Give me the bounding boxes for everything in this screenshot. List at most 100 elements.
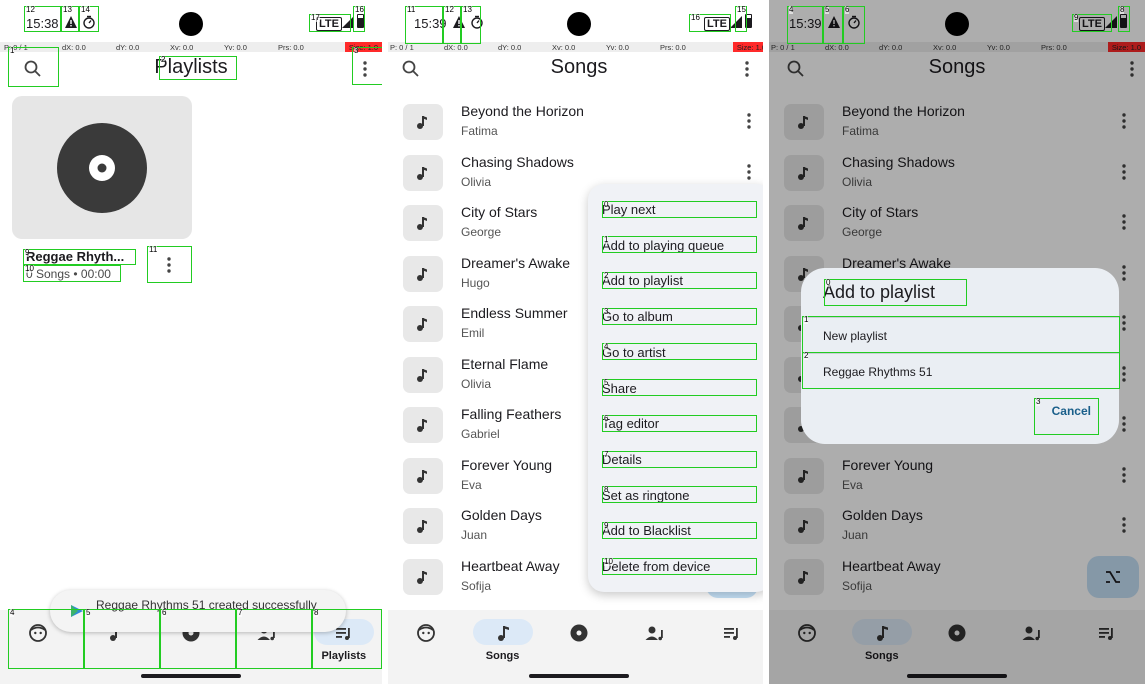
- song-thumbnail: [403, 306, 443, 342]
- menu-item[interactable]: Add to Blacklist: [602, 523, 756, 539]
- song-more-icon[interactable]: [744, 110, 754, 132]
- home-indicator[interactable]: [141, 674, 241, 678]
- signal-icon: [730, 16, 742, 28]
- song-artist: Olivia: [461, 174, 492, 189]
- home-indicator[interactable]: [529, 674, 629, 678]
- dialog-option-playlist[interactable]: Reggae Rhythms 51: [803, 353, 1119, 389]
- playlist-name[interactable]: Reggae Rhyth...: [26, 249, 124, 264]
- lte-badge: LTE: [316, 17, 342, 31]
- debug-yv: Yv: 0.0: [224, 43, 247, 52]
- nav-albums[interactable]: [541, 610, 617, 670]
- debug-prs: Prs: 0.0: [660, 43, 686, 52]
- timer-icon: [471, 15, 483, 29]
- music-note-icon: [417, 469, 427, 483]
- song-more-icon[interactable]: [744, 161, 754, 183]
- overflow-menu-icon[interactable]: [742, 58, 752, 80]
- bottom-navigation: Songs: [388, 610, 770, 684]
- song-title: Golden Days: [461, 507, 542, 523]
- debug-xv: Xv: 0.0: [552, 43, 576, 52]
- menu-item[interactable]: Add to playing queue: [602, 238, 756, 254]
- song-title: Falling Feathers: [461, 406, 562, 422]
- face-icon: [417, 624, 436, 642]
- music-note-icon: [417, 419, 427, 432]
- song-title: Endless Summer: [461, 305, 568, 321]
- music-note-icon: [417, 368, 427, 382]
- nav-label-playlists: Playlists: [321, 650, 367, 662]
- status-bar: 15:38 LTE: [0, 0, 382, 40]
- song-artist: Olivia: [461, 376, 492, 391]
- camera-cutout: [179, 12, 203, 36]
- lte-badge: LTE: [704, 17, 730, 31]
- dialog-option-label: New playlist: [823, 329, 888, 343]
- song-title: City of Stars: [461, 204, 538, 220]
- pointer-debug-strip: P: 0 / 1 dX: 0.0 dY: 0.0 Xv: 0.0 Yv: 0.0…: [0, 42, 382, 52]
- song-title: Dreamer's Awake: [461, 254, 571, 271]
- status-time: 15:38: [26, 16, 59, 31]
- song-thumbnail: [403, 508, 443, 544]
- song-row[interactable]: Beyond the Horizon Fatima: [388, 96, 770, 146]
- song-artist: George: [461, 225, 502, 239]
- song-title: Chasing Shadows: [461, 153, 574, 170]
- status-time: 15:39: [414, 16, 447, 31]
- music-note-icon: [417, 267, 427, 281]
- dialog-option-new-playlist[interactable]: New playlist: [803, 317, 1119, 353]
- warning-icon: [65, 16, 77, 28]
- menu-item[interactable]: Share: [602, 381, 756, 397]
- debug-dy: dY: 0.0: [116, 43, 140, 52]
- menu-item[interactable]: Go to album: [602, 309, 756, 325]
- music-note-icon: [417, 318, 427, 331]
- debug-size: Size: 1.0: [344, 42, 382, 52]
- battery-icon: [745, 14, 752, 28]
- music-note-icon: [417, 116, 427, 129]
- timer-icon: [83, 15, 95, 29]
- song-thumbnail: [403, 356, 443, 393]
- nav-artists[interactable]: [617, 610, 693, 670]
- app-bar: Songs: [388, 52, 770, 88]
- status-bar: 15:39 LTE: [388, 0, 770, 40]
- debug-dy: dY: 0.0: [498, 43, 522, 52]
- song-thumbnail: [403, 407, 443, 443]
- menu-item[interactable]: Delete from device: [602, 559, 756, 575]
- nav-songs[interactable]: Songs: [464, 610, 540, 670]
- vinyl-disc-icon: [57, 123, 147, 213]
- toast-text: Reggae Rhythms 51 created successfully: [96, 598, 317, 612]
- playlist-icon: [723, 628, 738, 640]
- album-icon: [570, 624, 588, 642]
- menu-item[interactable]: Play next: [602, 202, 756, 218]
- music-note-icon: [417, 166, 427, 180]
- song-artist: Fatima: [461, 124, 498, 138]
- music-note-icon: [417, 217, 427, 230]
- nav-playlists[interactable]: [694, 610, 770, 670]
- playlist-meta: 0 Songs • 00:00: [26, 267, 111, 281]
- playlist-artwork[interactable]: [12, 96, 192, 239]
- dialog-title: Add to playlist: [823, 282, 936, 302]
- menu-item[interactable]: Add to playlist: [602, 273, 756, 289]
- debug-dx: dX: 0.0: [444, 43, 468, 52]
- song-thumbnail: [403, 104, 443, 140]
- debug-pointer: P: 0 / 1: [390, 43, 414, 52]
- menu-item[interactable]: Details: [602, 452, 756, 468]
- music-note-icon: [417, 520, 427, 533]
- playlist-more-icon[interactable]: [164, 254, 174, 276]
- debug-pointer: P: 0 / 1: [4, 43, 28, 52]
- song-thumbnail: [403, 255, 443, 292]
- pointer-debug-strip: P: 0 / 1 dX: 0.0 dY: 0.0 Xv: 0.0 Yv: 0.0…: [388, 42, 770, 52]
- overflow-menu-icon[interactable]: [360, 58, 370, 80]
- song-thumbnail: [403, 558, 443, 595]
- song-title: Forever Young: [461, 456, 553, 473]
- add-to-playlist-screen: 15:39 LTE P: 0 / 1 dX: 0.0 dY: 0.0 Xv: 0…: [769, 0, 1145, 684]
- menu-item[interactable]: Go to artist: [602, 345, 756, 361]
- song-artist: Emil: [461, 326, 485, 340]
- page-title: Songs: [550, 56, 608, 78]
- menu-item[interactable]: Set as ringtone: [602, 488, 756, 504]
- play-store-icon: [71, 605, 83, 617]
- debug-dx: dX: 0.0: [62, 43, 86, 52]
- song-title: Eternal Flame: [461, 355, 549, 372]
- nav-for-you[interactable]: [388, 610, 464, 670]
- menu-item[interactable]: Tag editor: [602, 416, 756, 432]
- face-icon: [29, 624, 48, 642]
- debug-yv: Yv: 0.0: [606, 43, 629, 52]
- page-title: Playlists: [154, 56, 228, 78]
- song-artist: Gabriel: [461, 427, 500, 441]
- cancel-button[interactable]: Cancel: [1052, 404, 1091, 418]
